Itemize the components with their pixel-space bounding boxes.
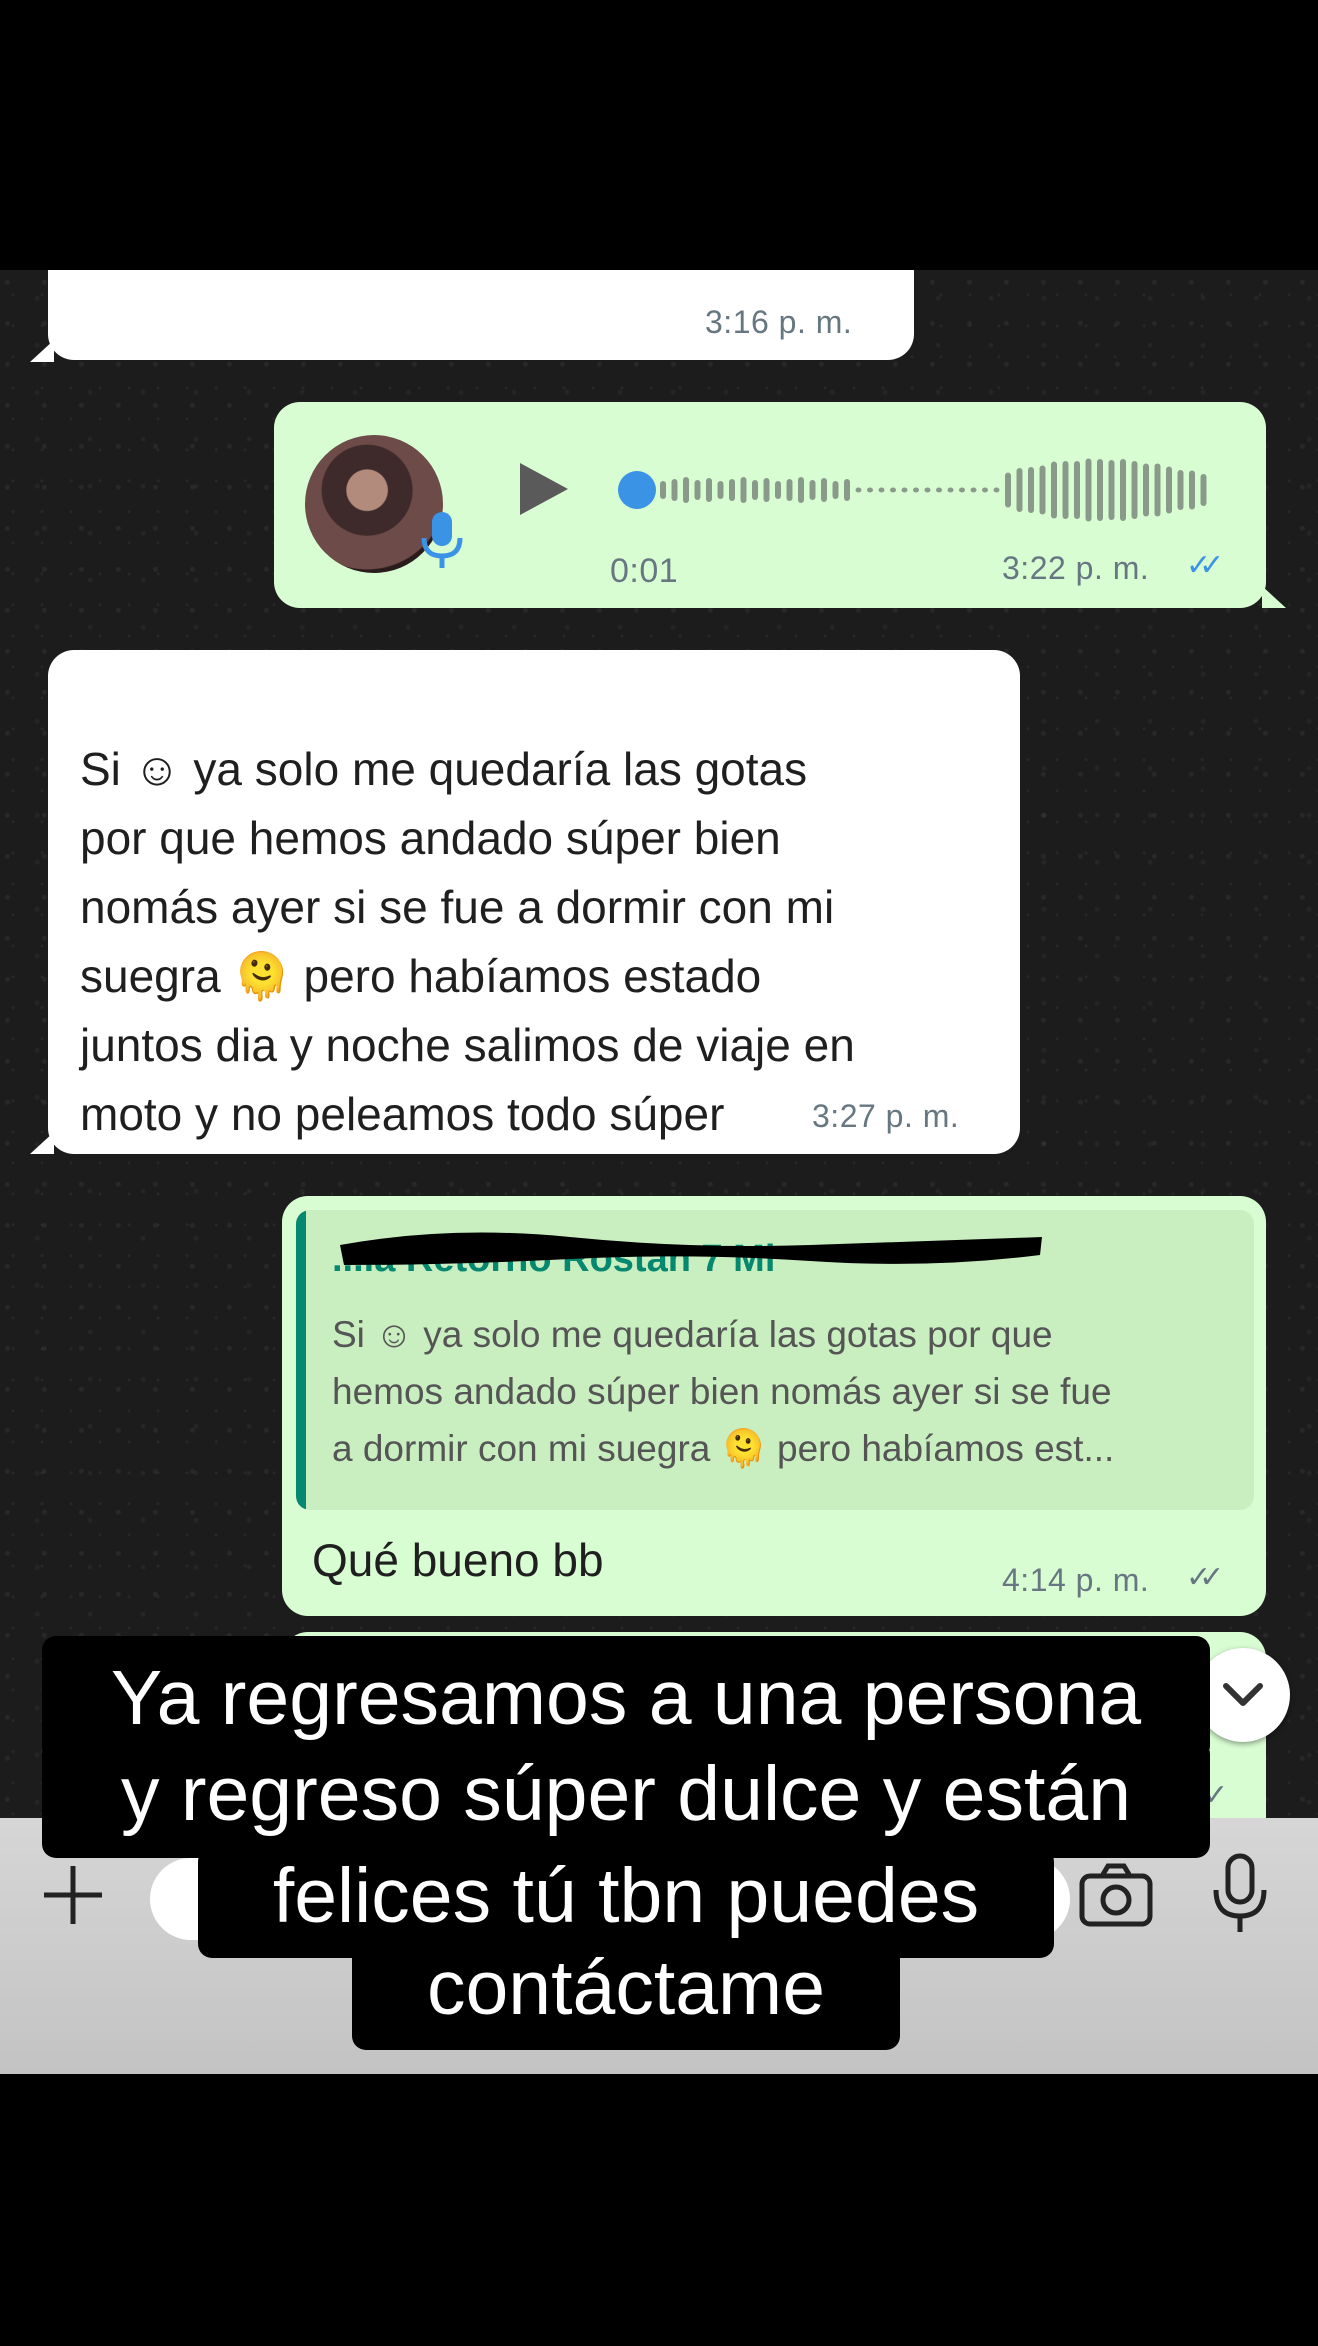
caption-line: y regreso súper dulce y están	[42, 1740, 1210, 1858]
waveform-bar	[1097, 459, 1103, 521]
waveform-bar	[821, 478, 827, 502]
bubble-tail	[1262, 586, 1286, 608]
waveform-bar	[947, 487, 954, 493]
waveform-bar	[1177, 470, 1184, 510]
waveform-bar	[970, 487, 977, 493]
waveform-bar	[1200, 474, 1207, 506]
waveform-bar	[1028, 467, 1034, 513]
waveform-bar	[706, 478, 712, 502]
message-time: 4:14 p. m.	[1002, 1562, 1150, 1598]
waveform-bar	[671, 479, 678, 501]
playback-position-handle[interactable]	[618, 471, 656, 509]
message-text: Si ☺ ya solo me quedaría las gotas por q…	[80, 666, 1000, 1149]
caption-line: contáctame	[352, 1940, 900, 2050]
waveform-bar	[740, 477, 747, 503]
waveform-bar	[809, 480, 816, 500]
microphone-badge-icon	[421, 512, 463, 568]
waveform-bar	[683, 477, 689, 503]
waveform-bar	[959, 487, 965, 493]
waveform-bar	[1131, 461, 1138, 519]
waveform-bar	[1085, 458, 1092, 522]
scroll-down-button[interactable]	[1196, 1648, 1290, 1742]
quote-accent-bar	[296, 1210, 306, 1510]
microphone-icon[interactable]	[1210, 1852, 1270, 1936]
bubble-tail	[30, 1132, 54, 1154]
play-icon[interactable]	[520, 463, 568, 515]
message-text: Qué bueno bb	[312, 1534, 604, 1586]
waveform-bar	[936, 487, 942, 493]
waveform-bar	[717, 481, 724, 499]
waveform-bar	[1120, 459, 1126, 521]
waveform-bar	[855, 487, 862, 493]
waveform-bar	[752, 480, 758, 500]
waveform-bar	[832, 481, 839, 499]
waveform-bar	[1016, 468, 1023, 512]
waveform-bar	[660, 481, 666, 499]
delivered-ticks-icon: ✓✓	[1186, 1561, 1224, 1594]
waveform-bar	[1166, 466, 1172, 514]
waveform-bar	[1143, 463, 1149, 517]
message-time: 3:16 p. m.	[705, 304, 853, 340]
message-time: 3:22 p. m.	[1002, 550, 1150, 586]
waveform-bar	[694, 480, 701, 500]
waveform-bar	[1062, 461, 1069, 519]
waveform-bar	[1189, 470, 1195, 510]
audio-waveform[interactable]	[616, 455, 1226, 525]
waveform-bar	[924, 487, 931, 493]
waveform-bar	[1108, 460, 1115, 520]
waveform-bar	[798, 477, 804, 503]
read-ticks-icon: ✓✓	[1186, 549, 1224, 582]
waveform-bar	[1154, 463, 1161, 517]
waveform-bar	[901, 487, 908, 493]
waveform-bar	[913, 487, 919, 493]
bottom-letterbox	[0, 2074, 1318, 2346]
camera-icon[interactable]	[1078, 1862, 1154, 1928]
quoted-text: Si ☺ ya solo me quedaría las gotas por q…	[332, 1314, 1115, 1469]
waveform-bar	[1051, 461, 1057, 519]
waveform-bar	[890, 487, 896, 493]
message-time: 3:27 p. m.	[812, 1098, 960, 1134]
chevron-down-icon	[1223, 1683, 1263, 1706]
waveform-bar	[1005, 472, 1011, 508]
waveform-bar	[867, 487, 873, 493]
waveform-bar	[844, 479, 850, 501]
redaction-scribble	[340, 1232, 1042, 1265]
waveform-bar	[786, 479, 793, 501]
waveform-bar	[763, 478, 770, 502]
voice-duration: 0:01	[610, 552, 679, 590]
waveform-bar	[1039, 465, 1046, 515]
waveform-bar	[993, 487, 1000, 493]
message-text-content: Si ☺ ya solo me quedaría las gotas por q…	[80, 743, 855, 1140]
bubble-tail	[30, 340, 54, 362]
waveform-bar	[1074, 461, 1080, 519]
waveform-bar	[775, 481, 781, 499]
plus-icon[interactable]	[40, 1862, 106, 1928]
waveform-bar	[878, 487, 885, 493]
waveform-bar	[729, 479, 735, 501]
waveform-bar	[982, 487, 988, 493]
